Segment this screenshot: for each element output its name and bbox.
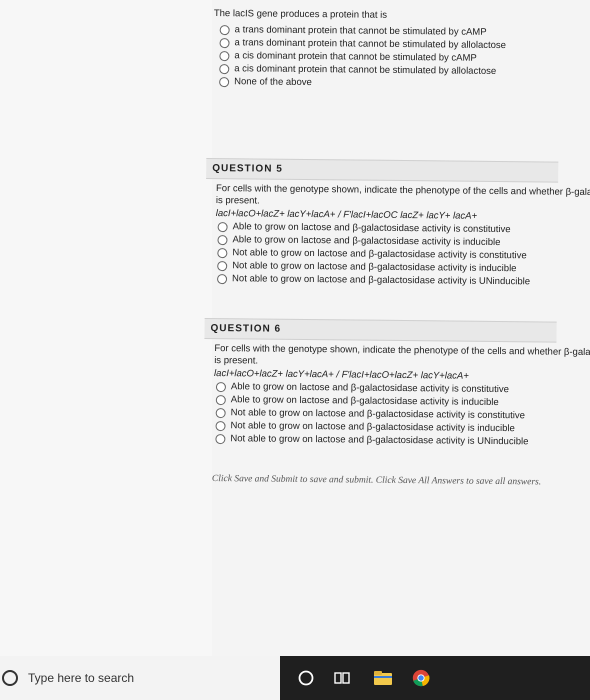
task-view-icon[interactable]	[332, 668, 352, 688]
radio-button[interactable]	[217, 221, 228, 232]
question-6-option-5[interactable]: Not able to grow on lactose and β-galact…	[215, 432, 585, 449]
radio-button[interactable]	[219, 37, 230, 48]
taskbar-search-box[interactable]: Type here to search	[0, 656, 280, 700]
radio-button[interactable]	[217, 247, 228, 258]
search-placeholder: Type here to search	[28, 671, 135, 685]
radio-button[interactable]	[219, 24, 230, 35]
radio-button[interactable]	[217, 260, 228, 271]
cortana-icon[interactable]	[296, 668, 316, 688]
question-4: The lacIS gene produces a protein that i…	[211, 8, 590, 92]
radio-button[interactable]	[215, 381, 227, 392]
radio-button[interactable]	[217, 234, 228, 245]
file-explorer-icon[interactable]	[372, 668, 394, 688]
chrome-icon[interactable]	[410, 668, 432, 688]
question-6-heading: QUESTION 6	[204, 317, 557, 343]
quiz-page: The lacIS gene produces a protein that i…	[0, 0, 590, 656]
radio-button[interactable]	[215, 394, 226, 405]
radio-button[interactable]	[219, 76, 230, 87]
radio-button[interactable]	[217, 273, 228, 284]
radio-button[interactable]	[215, 433, 226, 444]
radio-button[interactable]	[219, 50, 230, 61]
question-4-option-5[interactable]: None of the above	[219, 75, 589, 92]
question-6: QUESTION 6 For cells with the genotype s…	[204, 317, 590, 449]
page-margin	[0, 0, 212, 656]
question-5: QUESTION 5 For cells with the genotype s…	[206, 157, 590, 289]
quiz-content: The lacIS gene produces a protein that i…	[204, 0, 590, 656]
radio-button[interactable]	[215, 420, 226, 431]
question-5-options: Able to grow on lactose and β-galactosid…	[209, 220, 588, 289]
question-5-heading: QUESTION 5	[206, 157, 559, 183]
question-4-prompt: The lacIS gene produces a protein that i…	[213, 8, 388, 21]
windows-taskbar: Type here to search	[0, 656, 590, 700]
search-icon	[2, 670, 18, 686]
radio-button[interactable]	[219, 63, 230, 74]
question-5-option-5[interactable]: Not able to grow on lactose and β-galact…	[217, 272, 587, 289]
question-4-options: a trans dominant protein that cannot be …	[211, 23, 590, 92]
question-6-options: Able to grow on lactose and β-galactosid…	[207, 380, 586, 449]
radio-button[interactable]	[215, 407, 226, 418]
